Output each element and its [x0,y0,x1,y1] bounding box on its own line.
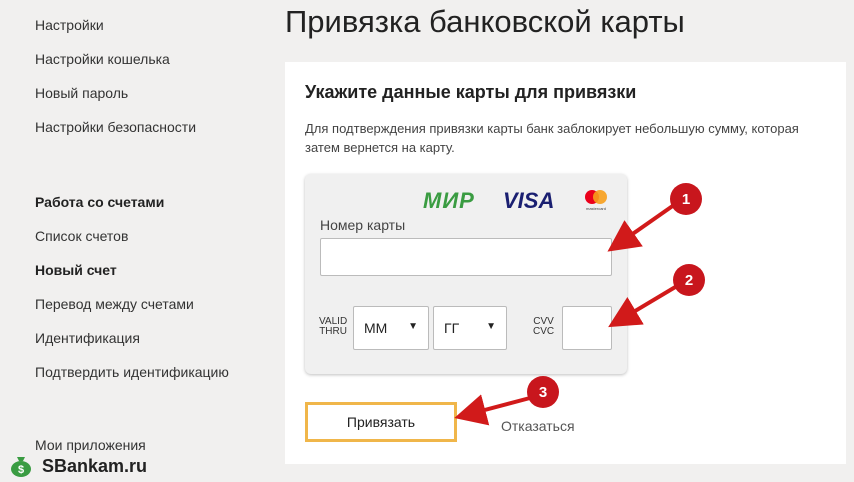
sidebar-item-settings[interactable]: Настройки [35,17,104,33]
card-form: МИР VISA mastercard Номер карты VALID TH… [305,174,627,374]
form-description: Для подтверждения привязки карты банк за… [305,121,799,155]
sidebar-item-wallet-settings[interactable]: Настройки кошелька [35,51,170,67]
svg-text:mastercard: mastercard [586,206,606,211]
money-bag-icon: $ [11,457,31,477]
cvv-label-line2: CVC [533,326,555,337]
svg-text:$: $ [18,464,24,476]
bind-card-button[interactable]: Привязать [305,402,457,442]
chevron-down-icon: ▼ [486,321,496,332]
chevron-down-icon: ▼ [408,321,418,332]
watermark: $ SBankam.ru [8,454,147,478]
expiry-month-value: ММ [364,320,388,336]
sidebar-item-new-password[interactable]: Новый пароль [35,85,128,101]
visa-logo: VISA [503,188,555,213]
sidebar-item-identification[interactable]: Идентификация [35,330,140,346]
sidebar-item-my-apps[interactable]: Мои приложения [35,437,146,453]
cancel-link[interactable]: Отказаться [501,418,575,434]
form-heading: Укажите данные карты для привязки [305,82,637,102]
mastercard-logo: mastercard [585,190,607,211]
sidebar-section-accounts: Работа со счетами [35,194,165,210]
card-number-label: Номер карты [320,217,406,233]
expiry-month-select[interactable]: ММ ▼ [353,306,429,350]
expiry-year-select[interactable]: ГГ ▼ [433,306,507,350]
sidebar-item-security-settings[interactable]: Настройки безопасности [35,119,196,135]
valid-thru-line2: THRU [319,326,347,337]
card-binding-panel: Укажите данные карты для привязки Для по… [285,62,846,464]
mir-logo: МИР [423,188,475,213]
sidebar-item-confirm-identification[interactable]: Подтвердить идентификацию [35,364,229,380]
sidebar-item-new-account[interactable]: Новый счет [35,262,117,278]
expiry-year-value: ГГ [444,320,460,336]
sidebar-item-transfer[interactable]: Перевод между счетами [35,296,194,312]
watermark-text: SBankam.ru [42,456,148,476]
card-number-input[interactable] [320,238,612,276]
page-title: Привязка банковской карты [285,4,685,39]
sidebar-item-account-list[interactable]: Список счетов [35,228,128,244]
cvv-label: CVV CVC [533,317,554,337]
cvv-input[interactable] [562,306,612,350]
valid-thru-label: VALID THRU [319,317,347,337]
